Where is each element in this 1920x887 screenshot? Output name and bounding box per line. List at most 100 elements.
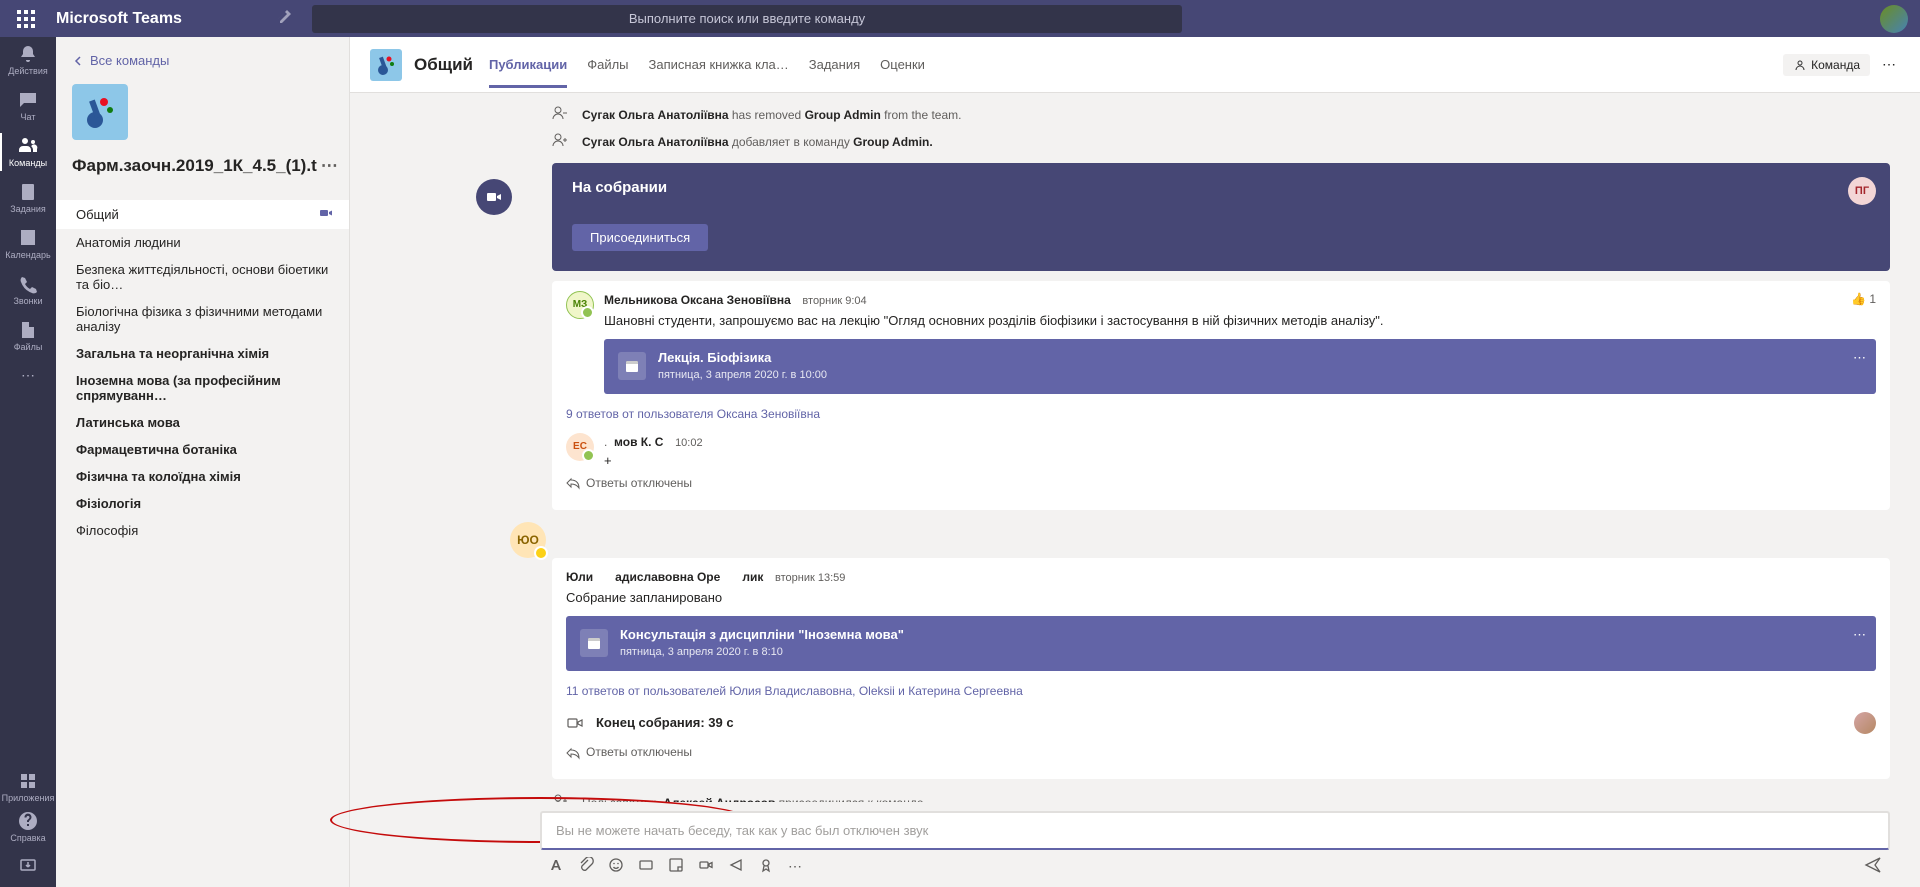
channel-item[interactable]: Біологічна фізика з фізичними методами а… (56, 298, 349, 340)
message-card: МЗ Мельникова Оксана Зеновіївна вторник … (552, 281, 1890, 510)
channel-item[interactable]: Безпека життєдіяльності, основи біоетики… (56, 256, 349, 298)
rail-teams[interactable]: Команды (0, 129, 56, 175)
reply-author: мов К. С (614, 435, 663, 449)
rail-apps[interactable]: Приложения (0, 767, 56, 807)
sched-more-icon[interactable]: ⋯ (1853, 349, 1866, 368)
compose-toolbar: ⋯ (540, 850, 1890, 877)
meeting-title: На собрании (572, 179, 1870, 196)
join-button[interactable]: Присоединиться (572, 224, 708, 251)
rail-files-label: Файлы (14, 342, 43, 352)
meeting-ended-icon (566, 714, 584, 732)
rail-apps-label: Приложения (2, 793, 55, 803)
channel-item[interactable]: Фізіологія (56, 490, 349, 517)
back-to-teams[interactable]: Все команды (72, 53, 169, 68)
tab[interactable]: Задания (809, 41, 860, 88)
channel-item[interactable]: Іноземна мова (за професійним спрямуванн… (56, 367, 349, 409)
tab[interactable]: Публикации (489, 41, 567, 88)
rail-calendar[interactable]: Календарь (0, 221, 56, 267)
thread-replies-link[interactable]: 11 ответов от пользователей Юлия Владисл… (566, 677, 1876, 706)
channel-item[interactable]: Фізична та колоїдна хімія (56, 463, 349, 490)
avatar (1854, 712, 1876, 734)
scheduled-meeting-card[interactable]: Консультація з дисципліни "Іноземна мова… (566, 616, 1876, 671)
channel-item[interactable]: Анатомія людини (56, 229, 349, 256)
team-avatar (72, 84, 128, 140)
sys-user: Сугак Ольга Анатоліївна (582, 135, 729, 149)
replies-disabled: Ответы отключены (566, 740, 1876, 769)
meeting-camera-button[interactable] (476, 179, 512, 215)
rail-chat-label: Чат (21, 112, 36, 122)
reply-time: 10:02 (675, 437, 703, 449)
format-icon[interactable] (548, 857, 564, 876)
header-more-icon[interactable]: ⋯ (1878, 52, 1900, 77)
rail-help[interactable]: Справка (0, 807, 56, 847)
app-launcher-icon[interactable] (12, 5, 40, 33)
praise-icon[interactable] (758, 857, 774, 876)
team-pill-label: Команда (1811, 58, 1860, 72)
meet-now-icon[interactable] (698, 857, 714, 876)
tab[interactable]: Записная книжка кла… (649, 41, 789, 88)
team-name: Фарм.заочн.2019_1К_4.5_(1).t (72, 156, 317, 176)
chevron-left-icon (72, 55, 84, 67)
sticker-icon[interactable] (668, 857, 684, 876)
compose-input[interactable]: Вы не можете начать беседу, так как у ва… (540, 811, 1890, 850)
rail-download-icon[interactable] (0, 847, 56, 887)
scheduled-meeting-card[interactable]: Лекція. Біофізика пятница, 3 апреля 2020… (604, 339, 1876, 394)
team-pill[interactable]: Команда (1783, 54, 1870, 76)
system-message: Пользователь Алексей Андросов присоедини… (510, 789, 1890, 802)
rail-calls[interactable]: Звонки (0, 267, 56, 313)
channel-item[interactable]: Общий (56, 200, 349, 229)
channel-label: Безпека життєдіяльності, основи біоетики… (76, 262, 333, 292)
system-message: Сугак Ольга Анатоліївна has removed Grou… (510, 101, 1890, 128)
person-add-icon (552, 793, 568, 802)
top-bar: Microsoft Teams Выполните поиск или введ… (0, 0, 1920, 37)
compose-more-icon[interactable]: ⋯ (788, 858, 802, 875)
rail-help-label: Справка (10, 833, 45, 843)
user-avatar[interactable] (1880, 5, 1908, 33)
stream-icon[interactable] (728, 857, 744, 876)
app-title: Microsoft Teams (56, 10, 276, 28)
channel-label: Латинська мова (76, 415, 180, 430)
avatar: МЗ (566, 291, 594, 319)
message-time: вторник 13:59 (775, 572, 845, 584)
channel-item[interactable]: Фармацевтична ботаніка (56, 436, 349, 463)
rail-files[interactable]: Файлы (0, 313, 56, 359)
channel-item[interactable]: Філософія (56, 517, 349, 544)
rail-chat[interactable]: Чат (0, 83, 56, 129)
thread-replies-link[interactable]: 9 ответов от пользователя Оксана Зеновії… (566, 400, 1876, 429)
channel-item[interactable]: Латинська мова (56, 409, 349, 436)
rail-assignments[interactable]: Задания (0, 175, 56, 221)
person-add-icon (552, 132, 568, 148)
reaction-count[interactable]: 👍 1 (1851, 291, 1876, 308)
channel-label: Фізіологія (76, 496, 141, 511)
replies-disabled: Ответы отключены (566, 471, 1876, 500)
rail-activity[interactable]: Действия (0, 37, 56, 83)
compose-icon[interactable] (276, 9, 292, 28)
tab[interactable]: Файлы (587, 41, 628, 88)
tab[interactable]: Оценки (880, 41, 925, 88)
calendar-icon (580, 629, 608, 657)
rail-assignments-label: Задания (10, 204, 46, 214)
search-input[interactable]: Выполните поиск или введите команду (312, 5, 1182, 33)
channel-item[interactable]: Загальна та неорганічна хімія (56, 340, 349, 367)
team-more-icon[interactable]: ⋯ (317, 152, 342, 180)
channel-header: Общий ПубликацииФайлыЗаписная книжка кла… (350, 37, 1920, 93)
feed: Сугак Ольга Анатоліївна has removed Grou… (350, 93, 1920, 802)
left-panel: Все команды Фарм.заочн.2019_1К_4.5_(1).t… (56, 37, 350, 887)
message-card: Юлиᅠᅠадиславовна Ореᅠᅠлик вторник 13:59 … (552, 558, 1890, 779)
channel-list: ОбщийАнатомія людини Безпека життєдіяльно… (56, 196, 349, 887)
rail-more-icon[interactable]: ⋯ (0, 359, 56, 392)
tabs: Публикации Файлы Записная книжка кла… Задан… (489, 41, 1783, 88)
channel-label: Біологічна фізика з фізичними методами а… (76, 304, 333, 334)
message-text: Шановні студенти, запрошуємо вас на лекц… (604, 312, 1876, 331)
gif-icon[interactable] (638, 857, 654, 876)
meeting-participant-avatar: ПГ (1848, 177, 1876, 205)
sched-more-icon[interactable]: ⋯ (1853, 626, 1866, 645)
attach-icon[interactable] (578, 857, 594, 876)
avatar: ЕС (566, 433, 594, 461)
emoji-icon[interactable] (608, 857, 624, 876)
send-icon[interactable] (1864, 856, 1882, 877)
app-rail: Действия Чат Команды Задания Календарь З… (0, 37, 56, 887)
rail-calls-label: Звонки (13, 296, 42, 306)
meeting-end-text: Конец собрания: 39 с (596, 714, 734, 733)
main-area: Общий ПубликацииФайлыЗаписная книжка кла… (350, 37, 1920, 887)
